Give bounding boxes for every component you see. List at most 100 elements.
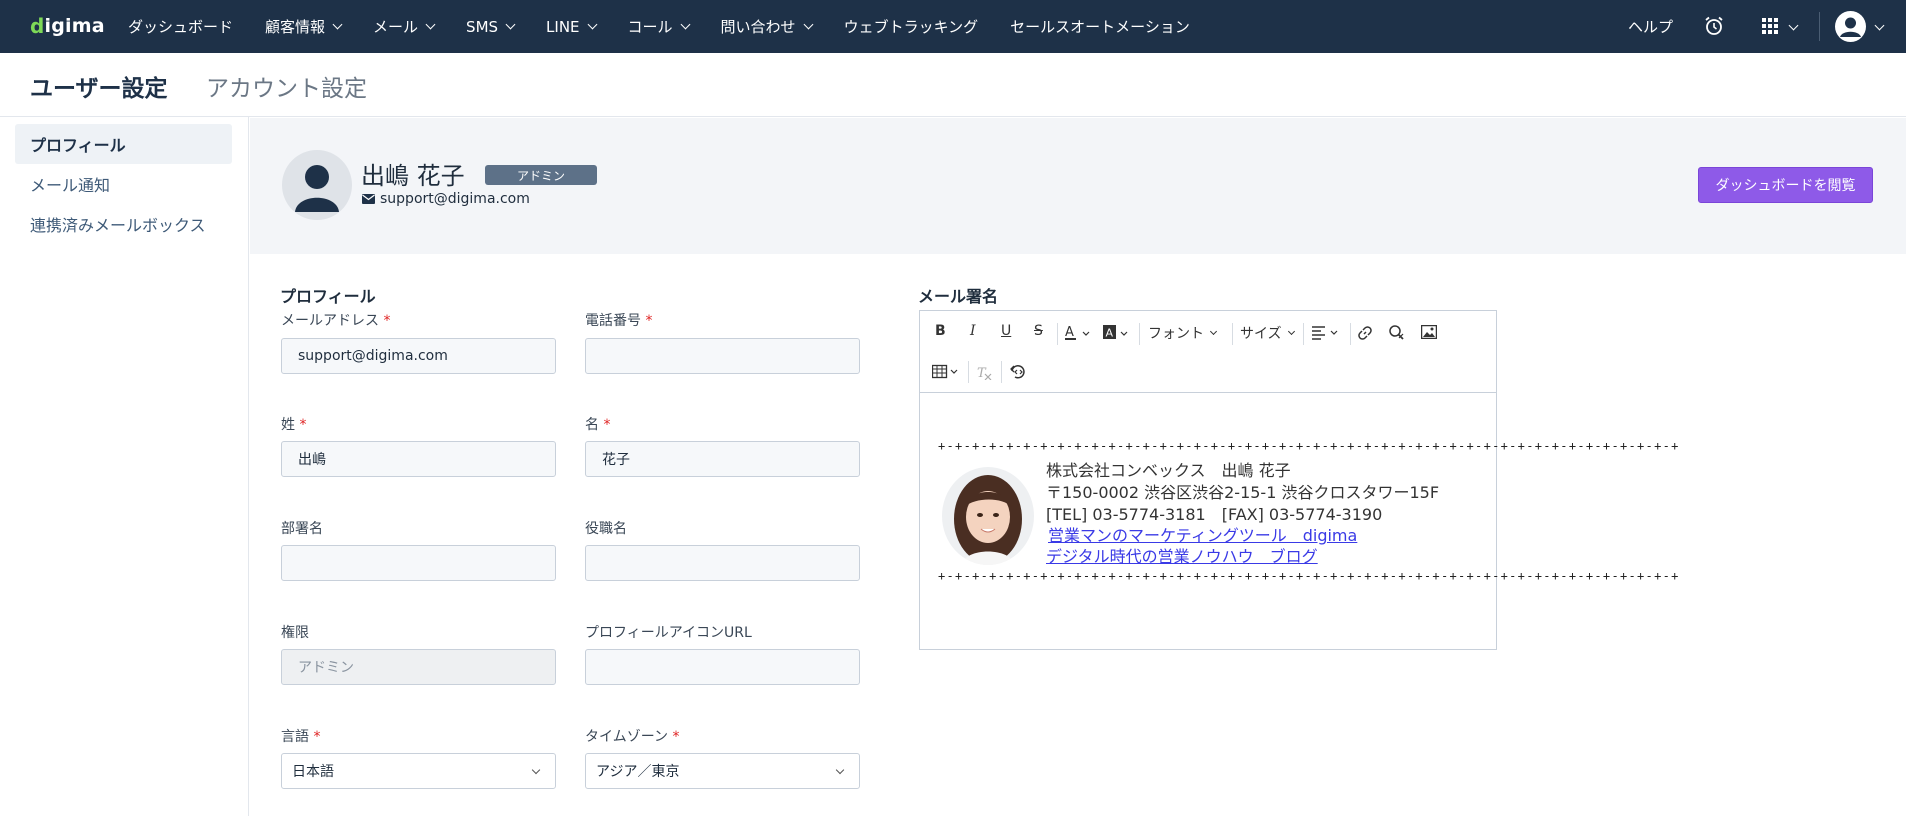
email-field[interactable]: support@digima.com xyxy=(281,338,556,374)
tab-user-settings[interactable]: ユーザー設定 xyxy=(30,69,168,103)
signature-photo xyxy=(942,467,1034,565)
toolbar-separator xyxy=(1001,361,1002,383)
alarm-clock-icon[interactable] xyxy=(1704,16,1724,36)
nav-menu: ダッシュボード 顧客情報 メール SMS LINE コール 問い合わせ ウェブト… xyxy=(112,0,1206,53)
table-icon[interactable] xyxy=(932,364,962,380)
chevron-down-icon xyxy=(505,19,516,30)
last-name-label: 姓 * xyxy=(281,414,306,434)
nav-item-web-tracking[interactable]: ウェブトラッキング xyxy=(844,16,979,37)
italic-button[interactable]: I xyxy=(970,323,976,339)
signature-company-line: 株式会社コンベックス 出嶋 花子 xyxy=(1046,461,1291,480)
language-select[interactable]: 日本語 xyxy=(281,753,556,789)
svg-text:A: A xyxy=(1106,327,1114,340)
signature-address-line: 〒150-0002 渋谷区渋谷2-15-1 渋谷クロスタワー15F xyxy=(1046,483,1440,502)
timezone-label-text: タイムゾーン xyxy=(585,729,669,745)
nav-item-label: コール xyxy=(627,18,673,36)
permission-label: 権限 xyxy=(281,625,309,641)
last-name-field[interactable]: 出嶋 xyxy=(281,441,556,477)
envelope-icon xyxy=(362,194,375,204)
tab-account-settings[interactable]: アカウント設定 xyxy=(206,69,367,103)
nav-item-sales-automation[interactable]: セールスオートメーション xyxy=(1010,16,1190,37)
digima-logo[interactable]: ddigimaigima xyxy=(30,12,105,40)
required-mark: * xyxy=(313,729,321,745)
first-name-label-text: 名 xyxy=(585,417,599,433)
apps-grid-icon[interactable] xyxy=(1762,18,1778,34)
nav-item-customers[interactable]: 顧客情報 xyxy=(265,16,343,37)
nav-item-label: LINE xyxy=(546,17,580,36)
required-mark: * xyxy=(603,417,611,433)
user-avatar-icon[interactable] xyxy=(1835,11,1866,42)
bold-button[interactable]: B xyxy=(935,323,946,339)
profile-banner: 出嶋 花子 アドミン support@digima.com ダッシュボードを閲覧 xyxy=(250,118,1906,254)
nav-item-label: ダッシュボード xyxy=(128,18,234,36)
signature-section-title: メール署名 xyxy=(918,287,999,306)
unlink-icon[interactable] xyxy=(1388,324,1406,342)
timezone-select[interactable]: アジア／東京 xyxy=(585,753,860,789)
sidebar-item-mail-notification[interactable]: メール通知 xyxy=(15,164,232,204)
nav-item-inquiry[interactable]: 問い合わせ xyxy=(720,16,814,37)
signature-link-blog[interactable]: デジタル時代の営業ノウハウ ブログ xyxy=(1046,543,1318,567)
clear-format-icon[interactable]: T xyxy=(976,364,994,380)
align-left-icon[interactable] xyxy=(1312,325,1342,341)
background-color-icon[interactable]: A xyxy=(1103,324,1131,342)
chevron-down-icon xyxy=(835,765,845,775)
text-color-icon[interactable]: A xyxy=(1064,324,1092,342)
default-user-icon xyxy=(295,165,339,212)
job-title-field[interactable] xyxy=(585,545,860,581)
phone-label: 電話番号 * xyxy=(585,310,652,330)
last-name-value: 出嶋 xyxy=(298,452,326,468)
chevron-down-icon xyxy=(425,19,436,30)
required-mark: * xyxy=(645,313,653,329)
toolbar-separator xyxy=(1303,323,1304,345)
chevron-down-icon xyxy=(587,19,597,30)
strikethrough-button[interactable]: S xyxy=(1034,323,1043,339)
chevron-down-icon xyxy=(803,19,814,30)
permission-value: アドミン xyxy=(298,660,354,676)
toolbar-separator xyxy=(968,361,969,383)
first-name-value: 花子 xyxy=(602,452,630,468)
svg-text:T: T xyxy=(977,366,987,380)
chevron-down-icon xyxy=(332,19,343,30)
signature-content[interactable]: +-+-+-+-+-+-+-+-+-+-+-+-+-+-+-+-+-+-+-+-… xyxy=(920,393,1678,649)
nav-item-call[interactable]: コール xyxy=(627,16,690,37)
sidebar-item-label: 連携済みメールボックス xyxy=(30,216,206,235)
nav-item-line[interactable]: LINE xyxy=(546,17,597,36)
toolbar-separator xyxy=(1139,323,1140,345)
nav-divider xyxy=(1819,12,1820,41)
page-header: ユーザー設定 アカウント設定 xyxy=(0,53,1906,117)
font-dropdown[interactable]: フォント xyxy=(1148,323,1218,343)
link-icon[interactable] xyxy=(1357,325,1373,341)
first-name-field[interactable]: 花子 xyxy=(585,441,860,477)
nav-item-sms[interactable]: SMS xyxy=(466,17,516,36)
help-link[interactable]: ヘルプ xyxy=(1628,16,1673,37)
chevron-down-icon[interactable] xyxy=(1874,20,1885,31)
nav-item-label: 顧客情報 xyxy=(265,18,326,36)
toolbar-separator xyxy=(1350,323,1351,345)
required-mark: * xyxy=(383,313,391,329)
source-code-icon[interactable] xyxy=(1009,363,1027,381)
sidebar-item-linked-mailboxes[interactable]: 連携済みメールボックス xyxy=(15,204,232,244)
nav-item-mail[interactable]: メール xyxy=(373,16,436,37)
chevron-down-icon[interactable] xyxy=(1788,20,1799,31)
timezone-value: アジア／東京 xyxy=(596,764,680,780)
view-dashboard-button[interactable]: ダッシュボードを閲覧 xyxy=(1698,167,1873,203)
underline-button[interactable]: U xyxy=(1001,323,1011,339)
toolbar-separator xyxy=(1232,323,1233,345)
nav-item-label: SMS xyxy=(466,17,499,36)
nav-item-label: 問い合わせ xyxy=(720,18,796,36)
chevron-down-icon xyxy=(680,19,690,30)
nav-item-dashboard[interactable]: ダッシュボード xyxy=(128,16,233,37)
chevron-down-icon xyxy=(1287,327,1295,335)
phone-label-text: 電話番号 xyxy=(585,313,641,329)
phone-field[interactable] xyxy=(585,338,860,374)
portrait-image xyxy=(942,467,1034,565)
chevron-down-icon xyxy=(531,765,541,775)
image-icon[interactable] xyxy=(1421,325,1437,339)
email-label-text: メールアドレス xyxy=(281,313,379,329)
icon-url-field[interactable] xyxy=(585,649,860,685)
nav-item-label: ウェブトラッキング xyxy=(843,18,979,36)
sidebar-item-profile[interactable]: プロフィール xyxy=(15,124,232,164)
department-field[interactable] xyxy=(281,545,556,581)
size-dropdown[interactable]: サイズ xyxy=(1240,323,1295,343)
nav-item-label: セールスオートメーション xyxy=(1010,18,1190,36)
